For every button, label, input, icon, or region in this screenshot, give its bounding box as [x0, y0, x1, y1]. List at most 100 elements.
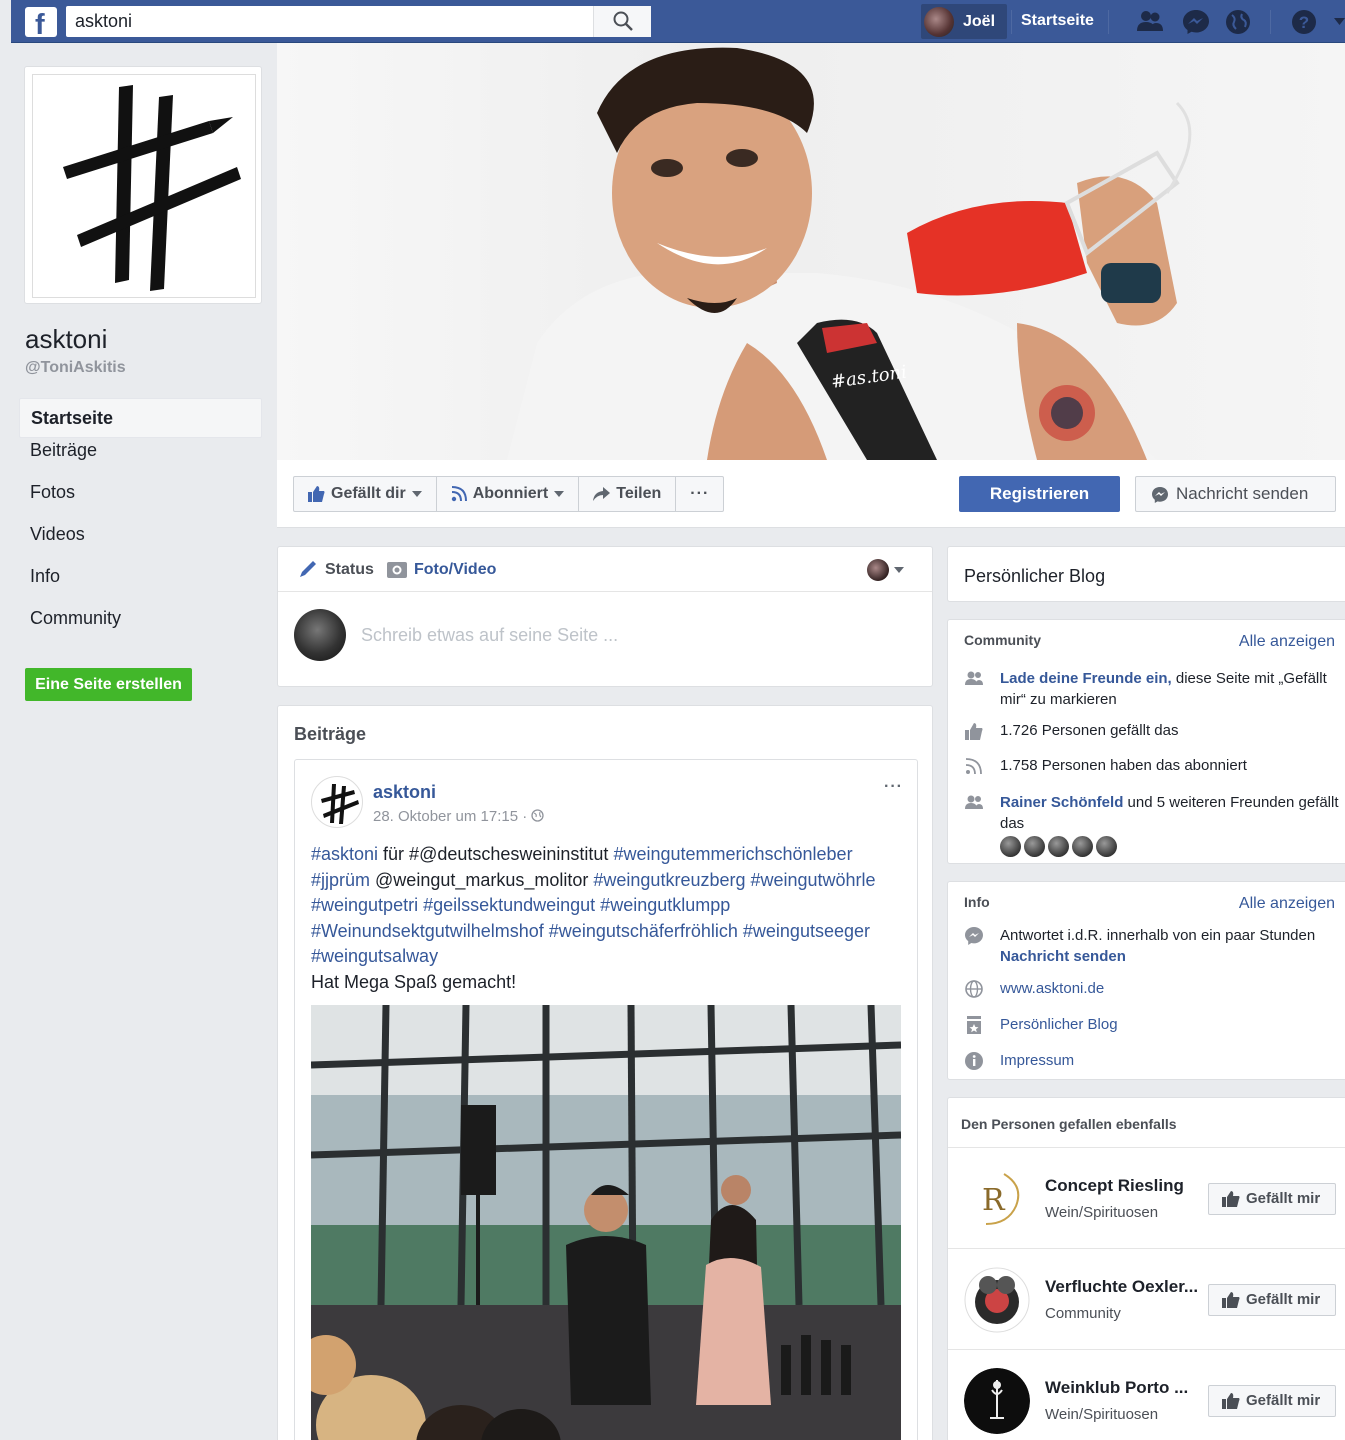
post-card: asktoni 28. Oktober um 17:15 · ··· #askt… — [294, 759, 918, 1440]
like-page-button[interactable]: Gefällt mir — [1208, 1183, 1336, 1215]
tab-photo-video[interactable]: Foto/Video — [414, 561, 496, 579]
pencil-icon — [300, 561, 316, 577]
info-card: Info Alle anzeigen Antwortet i.d.R. inne… — [947, 881, 1345, 1080]
post-author[interactable]: asktoni — [373, 782, 436, 803]
messenger-icon[interactable] — [1182, 9, 1210, 35]
messenger-icon — [965, 927, 983, 945]
blog-icon — [967, 1016, 981, 1034]
friend-avatar[interactable] — [1048, 836, 1069, 857]
post-timestamp[interactable]: 28. Oktober um 17:15 · — [373, 808, 545, 825]
page-handle[interactable]: @ToniAskitis — [25, 359, 126, 377]
blog-link[interactable]: Persönlicher Blog — [1000, 1014, 1340, 1035]
hashtag-link[interactable]: #weingutpetri #geilssektundweingut #wein… — [311, 895, 730, 915]
hashtag-link[interactable]: #weingutsalway — [311, 946, 438, 966]
hashtag-link[interactable]: #asktoni — [311, 844, 378, 864]
post-text-segment: @weingut_markus_molitor — [370, 869, 594, 890]
svg-text:R: R — [982, 1183, 1006, 1218]
post-options-button[interactable]: ··· — [884, 778, 903, 796]
friend-avatar[interactable] — [1072, 836, 1093, 857]
nav-item-videos[interactable]: Videos — [19, 524, 262, 566]
post-composer: Status Foto/Video Schreib etwas auf sein… — [277, 546, 933, 687]
friend-avatar[interactable] — [1096, 836, 1117, 857]
hashtag-logo — [321, 784, 359, 824]
suggested-page-name[interactable]: Concept Riesling — [1045, 1176, 1205, 1196]
post-text: #asktoni für #@deutschesweininstitut #we… — [311, 842, 901, 995]
help-icon[interactable]: ? — [1290, 9, 1318, 35]
weinklub-logo — [964, 1368, 1030, 1434]
suggested-page-logo[interactable] — [964, 1368, 1030, 1434]
send-message-button[interactable]: Nachricht senden — [1135, 476, 1336, 512]
info-send-message-link[interactable]: Nachricht senden — [1000, 946, 1340, 967]
hashtag-link[interactable]: #weingutkreuzberg #weingutwöhrle — [593, 870, 875, 890]
share-button[interactable]: Teilen — [579, 477, 677, 511]
hashtag-link[interactable]: #weingutemmerichschönleber — [613, 844, 852, 864]
hashtag-link[interactable]: #Weinundsektgutwilhelmshof #weingutschäf… — [311, 921, 870, 941]
like-page-button[interactable]: Gefällt dir — [294, 477, 437, 511]
followers-count: 1.758 Personen haben das abonniert — [1000, 757, 1247, 774]
search-input[interactable] — [66, 6, 606, 37]
community-heading: Community — [964, 632, 1041, 648]
suggested-page-name[interactable]: Weinklub Porto ... — [1045, 1378, 1205, 1398]
like-label: Gefällt dir — [331, 485, 406, 502]
post-closing-text: Hat Mega Spaß gemacht! — [311, 971, 517, 992]
suggested-page: R Concept Riesling Wein/Spirituosen Gefä… — [948, 1147, 1345, 1248]
suggested-page-category: Wein/Spirituosen — [1045, 1406, 1159, 1423]
community-see-all-link[interactable]: Alle anzeigen — [1239, 633, 1335, 651]
suggested-page: Verfluchte Oexler... Community Gefällt m… — [948, 1248, 1345, 1349]
post-author-avatar[interactable] — [311, 776, 363, 828]
facebook-logo[interactable]: f — [25, 7, 57, 37]
more-options-button[interactable]: ··· — [676, 477, 723, 511]
composer-input[interactable]: Schreib etwas auf seine Seite ... — [361, 625, 618, 646]
search-icon — [613, 11, 633, 31]
also-liked-card: Den Personen gefallen ebenfalls R Concep… — [947, 1097, 1345, 1440]
post-as-avatar[interactable] — [867, 559, 889, 581]
friend-requests-icon[interactable] — [1136, 9, 1164, 35]
follow-page-button[interactable]: Abonniert — [437, 477, 580, 511]
camera-icon — [387, 562, 407, 578]
post-text-line: #Weinundsektgutwilhelmshof #weingutschäf… — [311, 919, 901, 945]
imprint-link[interactable]: Impressum — [1000, 1050, 1340, 1071]
website-link[interactable]: www.asktoni.de — [1000, 978, 1340, 999]
friend-avatar[interactable] — [1000, 836, 1021, 857]
divider — [1108, 10, 1109, 34]
suggested-page-logo[interactable] — [964, 1267, 1030, 1333]
share-label: Teilen — [616, 485, 662, 502]
search-button[interactable] — [593, 6, 651, 37]
register-button[interactable]: Registrieren — [959, 476, 1120, 512]
user-avatar — [924, 7, 954, 37]
suggested-page-name[interactable]: Verfluchte Oexler... — [1045, 1277, 1205, 1297]
home-link[interactable]: Startseite — [1021, 12, 1094, 30]
invite-friends-link[interactable]: Lade deine Freunde ein, — [1000, 670, 1172, 687]
friends-like-row: Rainer Schönfeld und 5 weiteren Freunden… — [964, 792, 1339, 862]
chevron-down-icon[interactable] — [894, 567, 904, 573]
hashtag-link[interactable]: #jjprüm — [311, 870, 370, 890]
suggested-page-logo[interactable]: R — [964, 1166, 1030, 1232]
like-page-button[interactable]: Gefällt mir — [1208, 1284, 1336, 1316]
cover-photo-illustration: #as.toni — [507, 47, 1192, 460]
friend-avatar[interactable] — [1024, 836, 1045, 857]
nav-item-photos[interactable]: Fotos — [19, 482, 262, 524]
nav-item-info[interactable]: Info — [19, 566, 262, 608]
account-menu-caret-icon[interactable] — [1334, 18, 1345, 26]
thumbs-up-icon — [308, 486, 325, 502]
post-text-line: #asktoni für #@deutschesweininstitut #we… — [311, 842, 901, 868]
like-page-button[interactable]: Gefällt mir — [1208, 1385, 1336, 1417]
nav-item-home[interactable]: Startseite — [19, 398, 262, 438]
friend-name-link[interactable]: Rainer Schönfeld — [1000, 794, 1123, 811]
nav-item-community[interactable]: Community — [19, 608, 262, 650]
nav-item-posts[interactable]: Beiträge — [19, 440, 262, 482]
friends-like-text: Rainer Schönfeld und 5 weiteren Freunden… — [1000, 792, 1340, 834]
notifications-globe-icon[interactable] — [1224, 9, 1252, 35]
thumbs-up-icon — [965, 723, 983, 740]
rss-icon — [451, 486, 467, 502]
info-see-all-link[interactable]: Alle anzeigen — [1239, 895, 1335, 913]
create-page-button[interactable]: Eine Seite erstellen — [25, 668, 192, 701]
invite-friends-text: Lade deine Freunde ein, diese Seite mit … — [1000, 668, 1340, 710]
profile-link[interactable]: Joël — [921, 4, 1007, 39]
info-icon — [965, 1052, 983, 1070]
profile-picture[interactable] — [24, 66, 262, 304]
personal-blog-card[interactable]: Persönlicher Blog — [947, 546, 1345, 602]
cover-photo[interactable]: #as.toni — [277, 43, 1345, 460]
tab-status[interactable]: Status — [325, 561, 374, 579]
post-photo[interactable] — [311, 1005, 901, 1440]
